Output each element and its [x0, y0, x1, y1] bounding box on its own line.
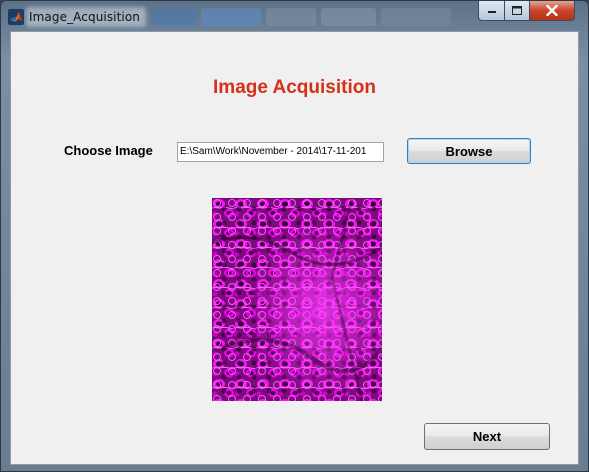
client-area: Image Acquisition Choose Image E:\Sam\Wo… — [10, 31, 579, 465]
window-title: Image_Acquisition — [29, 10, 141, 24]
choose-image-label: Choose Image — [64, 143, 153, 158]
background-blur — [266, 8, 316, 26]
maximize-icon — [512, 6, 522, 15]
title-bar[interactable]: Image_Acquisition — [1, 1, 588, 31]
microscopy-image — [212, 198, 382, 401]
minimize-button[interactable] — [478, 1, 505, 21]
maximize-button[interactable] — [504, 1, 530, 21]
close-button[interactable] — [529, 1, 575, 21]
matlab-icon[interactable] — [8, 9, 24, 25]
background-blur — [321, 8, 376, 26]
browse-button[interactable]: Browse — [407, 138, 531, 164]
image-path-field[interactable]: E:\Sam\Work\November - 2014\17-11-201 — [177, 142, 384, 162]
minimize-icon — [487, 10, 496, 13]
background-blur — [201, 8, 261, 26]
page-title: Image Acquisition — [213, 77, 376, 98]
next-button[interactable]: Next — [424, 423, 550, 450]
app-window: Image_Acquisition Image Acquisition Choo… — [0, 0, 589, 472]
background-blur — [151, 8, 196, 26]
close-icon — [546, 5, 558, 16]
background-blur — [381, 8, 451, 26]
